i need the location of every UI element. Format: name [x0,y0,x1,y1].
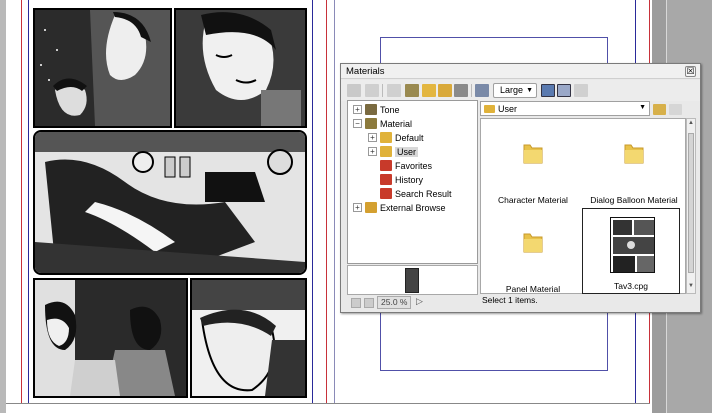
tree-item-external-browse[interactable]: + External Browse [353,201,446,214]
palette-title-bar[interactable]: Materials ☒ [341,64,700,79]
open-folder-icon[interactable] [438,84,452,97]
comic-panel-5 [190,278,307,398]
up-folder-icon[interactable] [653,104,666,115]
material-item-folder[interactable]: Character Material [484,121,582,207]
collapse-icon[interactable]: − [353,119,362,128]
canvas-left-bar [0,0,6,413]
new-folder-icon[interactable] [669,104,682,115]
toolbar-separator [382,84,383,97]
bleed-line-right [326,0,327,403]
large-icons-view-icon[interactable] [541,84,555,97]
chevron-down-icon: ▼ [639,104,646,111]
settings-icon[interactable] [405,84,419,97]
tree-item-label: User [395,146,419,157]
palette-title: Materials [346,66,385,77]
favorites-icon [380,160,392,171]
material-item-label: Character Material [498,195,568,205]
tree-item-label: Material [380,118,413,129]
material-item-folder[interactable]: Dialog Balloon Material [585,121,683,207]
bleed-line-left [21,0,22,403]
canvas-bottom-line [6,403,650,404]
folder-path-value: User [498,104,518,114]
expand-icon[interactable]: + [368,133,377,142]
paste-to-page-icon[interactable] [351,298,361,308]
folder-icon [380,146,392,157]
material-item-label: Dialog Balloon Material [590,195,678,205]
folder-icon [380,132,392,143]
scroll-down-icon[interactable]: ▼ [687,283,695,292]
close-icon[interactable]: ☒ [685,66,696,77]
folder-icon [624,144,644,164]
status-text: Select 1 items. [482,295,538,305]
material-preview [347,265,478,295]
tree-item-tone[interactable]: + Tone [353,103,400,116]
tree-item-label: Tone [380,104,400,115]
zoom-input[interactable]: 25.0 % [377,296,411,309]
folder-icon [484,105,495,113]
chevron-down-icon: ▼ [526,87,533,94]
trim-line-right [312,0,313,403]
comic-panel-1 [33,8,172,128]
tree-item-user[interactable]: + User [368,145,419,158]
material-item-label: Panel Material [505,284,561,294]
tree-item-default[interactable]: + Default [368,131,424,144]
edit-icon[interactable] [475,84,489,97]
material-item-file[interactable]: Tav3.cpg [582,208,680,294]
trim-line-left [28,0,29,403]
detail-view-icon[interactable] [574,84,588,97]
tree-item-label: Favorites [395,160,433,171]
play-icon[interactable]: ▷ [416,296,423,307]
tree-item-search-result[interactable]: Search Result [380,187,452,200]
toolbar-separator [471,84,472,97]
history-icon [380,174,392,185]
folder-icon [523,233,543,253]
folder-icon [523,144,543,164]
thumbnail-size-select[interactable]: Large ▼ [493,83,537,98]
grid-view-icon[interactable] [387,84,401,97]
copy-icon[interactable] [365,84,379,97]
tree-item-label: External Browse [380,202,446,213]
material-thumbnail [610,217,655,273]
material-folder-icon [365,118,377,129]
tree-item-material[interactable]: − Material [353,117,412,130]
material-item-folder[interactable]: Panel Material [484,210,582,296]
tone-folder-icon [365,104,377,115]
preview-thumbnail [405,268,419,293]
tree-item-label: Search Result [395,188,452,199]
external-browse-icon [365,202,377,213]
material-grid[interactable]: Character Material Dialog Balloon Materi… [480,118,686,294]
fit-icon[interactable] [364,298,374,308]
tree-item-label: History [395,174,424,185]
tree-item-label: Default [395,132,424,143]
material-item-label: Tav3.cpg [613,281,649,291]
palette-toolbar: Large ▼ [341,80,700,101]
expand-icon[interactable]: + [368,147,377,156]
material-tree[interactable]: + Tone − Material + Default + User Favor… [347,100,478,264]
comic-panel-3 [33,130,307,275]
comic-panel-2 [174,8,307,128]
comic-panel-4 [33,278,188,398]
list-view-icon[interactable] [557,84,571,97]
search-result-icon [380,188,392,199]
new-folder-icon[interactable] [422,84,436,97]
properties-icon[interactable] [457,84,471,97]
materials-palette: Materials ☒ Large ▼ + Tone − Material + … [340,63,701,313]
page2-trim-left [334,0,335,403]
thumbnail-size-value: Large [500,85,524,95]
folder-path-select[interactable]: User ▼ [480,101,650,116]
tree-item-history[interactable]: History [380,173,423,186]
scroll-thumb[interactable] [688,133,694,273]
expand-icon[interactable]: + [353,203,362,212]
scroll-up-icon[interactable]: ▲ [687,120,695,129]
tree-item-favorites[interactable]: Favorites [380,159,432,172]
paste-icon[interactable] [347,84,361,97]
vertical-scrollbar[interactable]: ▲ ▼ [686,118,696,294]
expand-icon[interactable]: + [353,105,362,114]
